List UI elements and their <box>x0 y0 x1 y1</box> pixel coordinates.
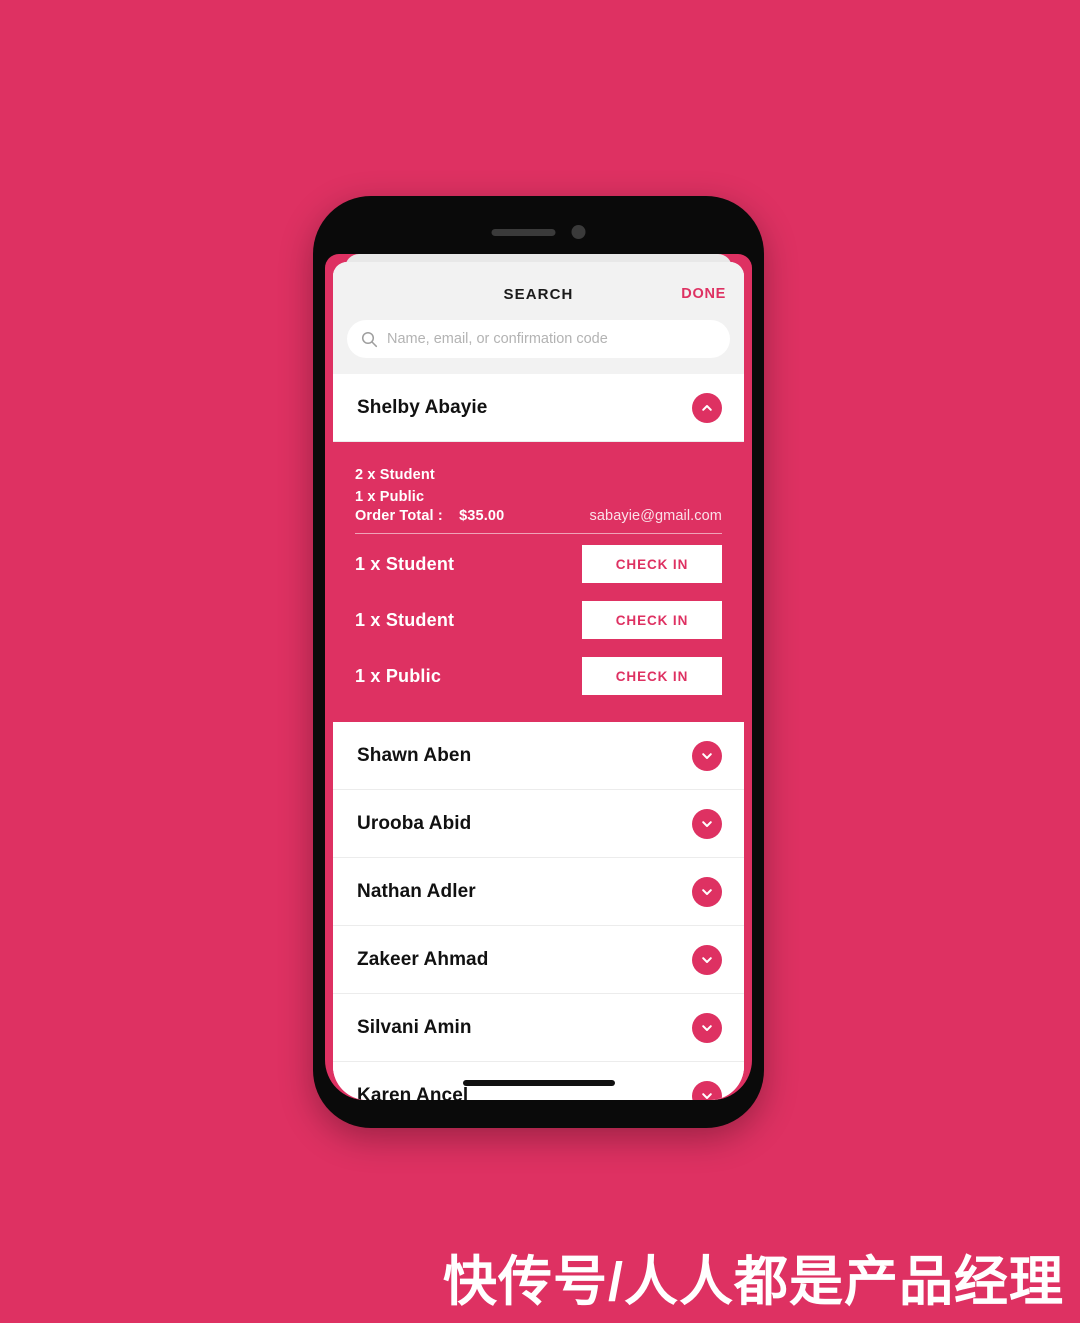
collapse-toggle-button[interactable] <box>692 392 722 423</box>
attendee-row-expanded[interactable]: Shelby Abayie <box>333 374 744 442</box>
chevron-down-icon <box>702 956 712 963</box>
order-line-item: 2 x Student <box>355 467 435 483</box>
attendee-name: Shawn Aben <box>357 744 472 766</box>
attendee-row[interactable]: Silvani Amin <box>333 994 744 1062</box>
search-field[interactable] <box>347 320 730 358</box>
search-icon <box>361 331 378 347</box>
expand-toggle-button[interactable] <box>692 1012 722 1043</box>
expand-toggle-button[interactable] <box>692 944 722 975</box>
attendee-list[interactable]: Shelby Abayie 2 x Student 1 x Public Ord… <box>333 374 744 1100</box>
watermark-text: 快传号/人人都是产品经理 <box>442 1252 1064 1312</box>
chevron-down-icon <box>702 752 712 759</box>
phone-screen: SEARCH DONE Shelby A <box>325 254 752 1100</box>
sheet-header: SEARCH DONE <box>333 262 744 374</box>
attendee-name: Karen Ancel <box>357 1084 469 1101</box>
check-in-button[interactable]: CHECK IN <box>582 601 722 639</box>
phone-earpiece-area <box>486 220 591 244</box>
ticket-label: 1 x Public <box>355 665 442 686</box>
speaker-grille-icon <box>491 228 556 236</box>
attendee-row[interactable]: Shawn Aben <box>333 722 744 790</box>
attendee-row[interactable]: Zakeer Ahmad <box>333 926 744 994</box>
attendee-name: Urooba Abid <box>357 812 472 834</box>
ticket-row: 1 x Student CHECK IN <box>355 538 722 590</box>
attendee-row[interactable]: Nathan Adler <box>333 858 744 926</box>
check-in-button[interactable]: CHECK IN <box>582 657 722 695</box>
attendee-name: Silvani Amin <box>357 1016 472 1038</box>
order-detail-panel: 2 x Student 1 x Public Order Total : $35… <box>333 442 744 722</box>
chevron-down-icon <box>702 820 712 827</box>
chevron-up-icon <box>702 404 712 411</box>
chevron-down-icon <box>702 1024 712 1031</box>
chevron-down-icon <box>702 1092 712 1099</box>
order-total-left: Order Total : $35.00 <box>355 508 504 524</box>
header-bar: SEARCH DONE <box>333 278 744 310</box>
chevron-down-icon <box>702 888 712 895</box>
expand-toggle-button[interactable] <box>692 740 722 771</box>
phone-frame: SEARCH DONE Shelby A <box>313 196 764 1128</box>
search-input[interactable] <box>387 331 716 347</box>
attendee-name: Zakeer Ahmad <box>357 948 489 970</box>
order-total-label: Order Total : <box>355 508 443 524</box>
home-indicator[interactable] <box>462 1080 615 1086</box>
ticket-row: 1 x Public CHECK IN <box>355 650 722 702</box>
attendee-row[interactable]: Urooba Abid <box>333 790 744 858</box>
ticket-row: 1 x Student CHECK IN <box>355 594 722 646</box>
search-modal-sheet: SEARCH DONE Shelby A <box>333 262 744 1100</box>
expand-toggle-button[interactable] <box>692 876 722 907</box>
expand-toggle-button[interactable] <box>692 1080 722 1100</box>
front-camera-icon <box>571 225 586 239</box>
done-button[interactable]: DONE <box>681 286 726 302</box>
attendee-name: Shelby Abayie <box>357 396 488 418</box>
page-title: SEARCH <box>503 285 574 303</box>
order-total-amount: $35.00 <box>459 508 505 524</box>
check-in-button[interactable]: CHECK IN <box>582 545 722 583</box>
attendee-name: Nathan Adler <box>357 880 476 902</box>
expand-toggle-button[interactable] <box>692 808 722 839</box>
order-email: sabayie@gmail.com <box>589 508 722 524</box>
search-field-wrapper <box>333 310 744 374</box>
order-total-row: Order Total : $35.00 sabayie@gmail.com <box>355 508 722 534</box>
ticket-label: 1 x Student <box>355 553 455 574</box>
ticket-label: 1 x Student <box>355 609 455 630</box>
order-line-item: 1 x Public <box>355 489 425 505</box>
